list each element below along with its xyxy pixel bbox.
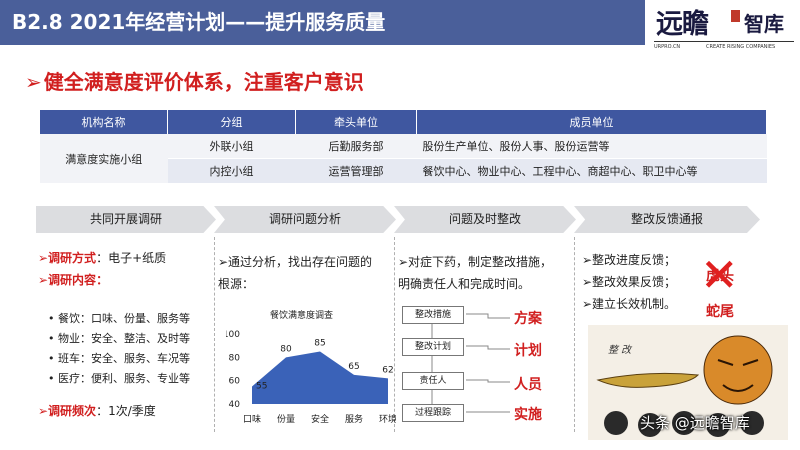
- content-colon: ：: [96, 273, 109, 287]
- table-header-row: 机构名称 分组 牵头单位 成员单位: [40, 110, 767, 134]
- method-line: ➢调研方式：电子+纸质: [38, 248, 166, 268]
- list-item: • 医疗：便利、服务、专业等: [48, 369, 190, 388]
- frequency-label: ➢调研频次: [38, 404, 97, 418]
- feedback-item: ➢建立长效机制。: [582, 297, 677, 311]
- step-chevron: 整改反馈通报: [574, 206, 760, 233]
- flow-bracket: [466, 379, 510, 383]
- logo-brush-text: 远瞻: [656, 9, 709, 40]
- frequency-line: ➢调研频次：1次/季度: [38, 401, 156, 421]
- chart-data-label: 62: [382, 365, 393, 375]
- logo-rule: [654, 41, 794, 42]
- table-cell: 外联小组: [167, 134, 296, 159]
- list-item-text: 物业：安全、整洁、及时等: [58, 332, 190, 345]
- table-cell: 后勤服务部: [295, 134, 417, 159]
- analysis-line: ➢通过分析，找出存在问题的: [218, 255, 373, 269]
- step-chevron: 共同开展调研: [36, 206, 216, 233]
- column-header: 机构名称: [40, 110, 168, 134]
- flow-label: 计划: [514, 343, 542, 359]
- bullet: •: [48, 352, 55, 365]
- column-divider: [214, 237, 216, 432]
- list-item-text: 医疗：便利、服务、专业等: [58, 372, 190, 385]
- step-chevron: 调研问题分析: [214, 206, 396, 233]
- section-headline: ➢ 健全满意度评价体系，注重客户意识: [25, 66, 364, 95]
- table-cell: 内控小组: [167, 158, 296, 184]
- brand-logo: 远瞻 智库 URPRO.CN CREATE RISING COMPANIES: [648, 0, 800, 56]
- table-cell: 股份生产单位、股份人事、股份运营等: [416, 134, 767, 159]
- logo-seal: [731, 10, 740, 22]
- chart-x-tick-label: 服务: [345, 413, 363, 425]
- chart-x-tick-label: 环境: [379, 413, 396, 425]
- feedback-item: ➢整改效果反馈；: [582, 275, 677, 289]
- headline-text: 健全满意度评价体系，注重客户意识: [43, 70, 364, 94]
- list-item: • 班车：安全、服务、车况等: [48, 349, 190, 368]
- rectify-line: 明确责任人和完成时间。: [398, 277, 531, 291]
- bullet: •: [48, 312, 55, 325]
- chart-y-tick-label: 100: [226, 330, 240, 340]
- bullet: •: [48, 332, 55, 345]
- column-header: 牵头单位: [295, 110, 417, 134]
- method-label: ➢调研方式: [38, 251, 97, 265]
- table-row: 满意度实施小组 外联小组 后勤服务部 股份生产单位、股份人事、股份运营等: [40, 134, 767, 184]
- rectify-line: ➢对症下药，制定整改措施，: [398, 255, 553, 269]
- chart-y-tick-label: 60: [229, 377, 241, 387]
- feedback-item: ➢整改进度反馈；: [582, 253, 677, 267]
- flow-label: 方案: [514, 311, 542, 327]
- chart-data-label: 65: [348, 362, 359, 372]
- chart-x-tick-label: 安全: [311, 413, 329, 425]
- slide-title: B2.8 2021年经营计划——提升服务质量: [12, 10, 386, 34]
- analysis-line: 根源：: [218, 277, 255, 291]
- chart-area-series: [252, 351, 388, 404]
- group-name-cell: 满意度实施小组: [40, 134, 168, 184]
- chart-data-label: 55: [256, 382, 267, 392]
- tiger-head-shape: [703, 335, 773, 405]
- column-divider: [574, 237, 576, 432]
- chart-y-tick-label: 40: [229, 400, 241, 410]
- watermark: 头条 @远瞻智库: [640, 414, 750, 432]
- flow-label: 实施: [514, 407, 542, 423]
- cartoon-caption: 整 改: [608, 344, 633, 356]
- cross-icon: ✕: [700, 248, 739, 302]
- table-cell: 运营管理部: [295, 158, 417, 184]
- list-item: • 物业：安全、整洁、及时等: [48, 329, 190, 348]
- flow-connectors: [431, 313, 510, 413]
- logo-url: URPRO.CN: [654, 44, 681, 50]
- person-figure: [604, 411, 628, 435]
- bullet: •: [48, 372, 55, 385]
- logo-cn-text: 智库: [744, 12, 784, 36]
- frequency-value: ：1次/季度: [96, 404, 156, 418]
- column-header: 分组: [167, 110, 296, 134]
- step-chevron: 问题及时整改: [394, 206, 576, 233]
- satisfaction-area-chart: 40 60 80 100 口味 份量 安全 服务 环境 55 80 85 65 62: [226, 330, 396, 425]
- chart-x-tick-label: 口味: [243, 413, 261, 425]
- chart-y-tick-label: 80: [229, 353, 241, 363]
- logo-tagline: CREATE RISING COMPANIES: [706, 44, 776, 50]
- org-table: 机构名称 分组 牵头单位 成员单位 满意度实施小组 外联小组 后勤服务部 股份生…: [40, 110, 767, 184]
- list-item-text: 餐饮：口味、份量、服务等: [58, 312, 190, 325]
- content-label: ➢调研内容: [38, 273, 97, 287]
- column-header: 成员单位: [416, 110, 767, 134]
- chart-data-label: 80: [280, 344, 292, 354]
- list-item: • 餐饮：口味、份量、服务等: [48, 309, 190, 328]
- table-cell: 餐饮中心、物业中心、工程中心、商超中心、职卫中心等: [416, 158, 767, 184]
- list-item-text: 班车：安全、服务、车况等: [58, 352, 190, 365]
- method-value: ：电子+纸质: [96, 251, 167, 265]
- flow-bracket: [466, 345, 510, 350]
- flow-bracket: [466, 313, 510, 319]
- content-line: ➢调研内容：: [38, 270, 108, 290]
- chart-data-label: 85: [314, 339, 325, 349]
- arrow-icon: ➢: [25, 70, 42, 94]
- flow-label: 人员: [514, 377, 542, 393]
- chart-x-tick-label: 份量: [277, 413, 295, 425]
